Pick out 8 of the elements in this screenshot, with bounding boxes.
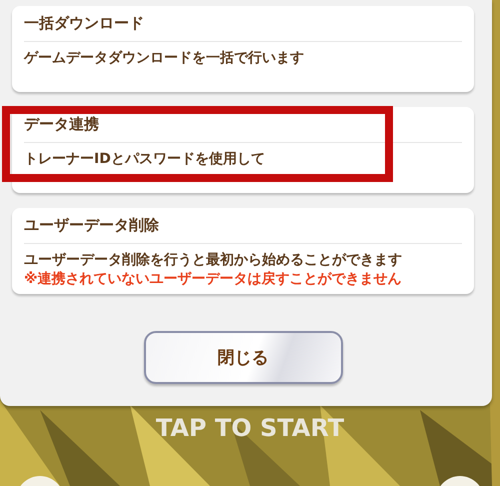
section-title: データ連携 [24, 107, 462, 143]
close-button[interactable]: 閉じる [144, 331, 342, 384]
section-title: 一括ダウンロード [24, 6, 462, 42]
description-text: トレーナーIDとパスワードを使用して [24, 150, 266, 169]
description-text: ゲームデータダウンロードを一括で行います [24, 49, 305, 68]
warning-text: ※連携されていないユーザーデータは戻すことができません [24, 270, 403, 289]
description-text: ユーザーデータ削除を行うと最初から始めることができます [24, 251, 403, 270]
section-title: ユーザーデータ削除 [24, 208, 462, 244]
